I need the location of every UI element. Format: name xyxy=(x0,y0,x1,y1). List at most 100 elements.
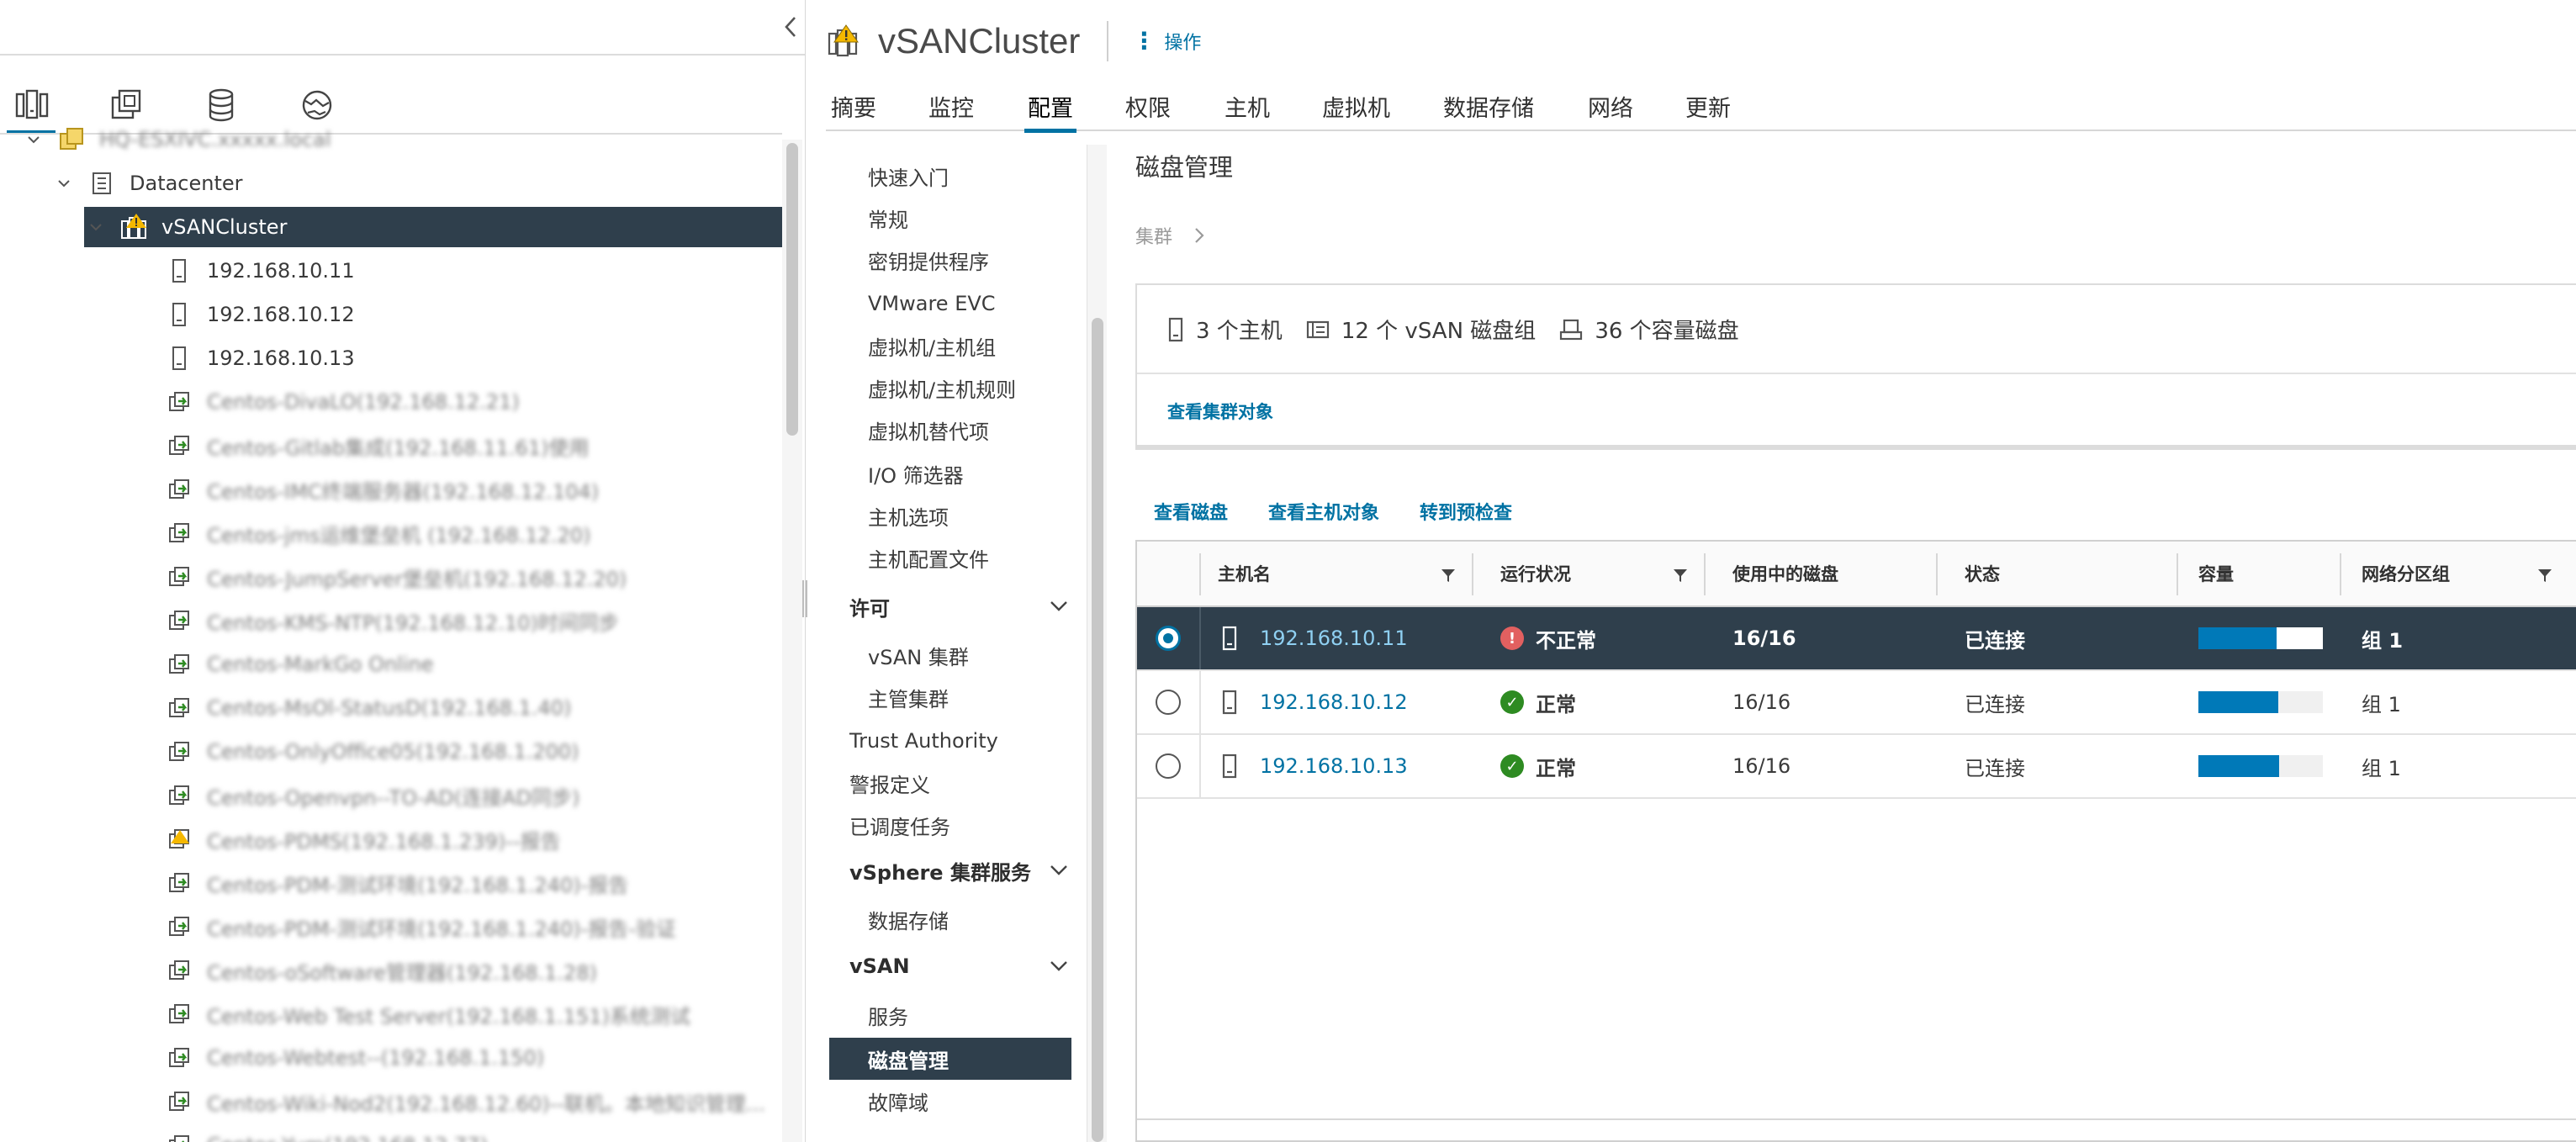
menu-trust-authority[interactable]: Trust Authority xyxy=(849,722,998,760)
expand-caret-icon[interactable] xyxy=(52,172,76,195)
tab-hosts[interactable]: 主机 xyxy=(1225,81,1270,131)
row-radio-button[interactable] xyxy=(1156,753,1181,779)
menu-general[interactable]: 常规 xyxy=(868,198,908,237)
menu-vm-host-groups[interactable]: 虚拟机/主机组 xyxy=(868,326,996,365)
row-divider xyxy=(1199,735,1201,797)
configure-menu-scrollbar[interactable] xyxy=(1087,145,1107,1142)
expand-caret-icon[interactable] xyxy=(84,215,108,239)
tree-node[interactable]: Centos-Gitlab集成(192.168.11.61)使用 xyxy=(165,426,589,466)
filter-icon[interactable] xyxy=(1672,567,1689,584)
capacity-cell xyxy=(2198,607,2323,669)
summary-hosts-text: 3 个主机 xyxy=(1196,319,1283,344)
tab-summary[interactable]: 摘要 xyxy=(831,81,876,131)
tree-node-label: HQ-ESXIVC.xxxxx.local xyxy=(99,128,331,151)
menu-vmware-evc[interactable]: VMware EVC xyxy=(868,284,996,323)
tree-node[interactable]: Centos-MarkGo Online xyxy=(165,644,434,685)
tree-node[interactable]: 192.168.10.11 xyxy=(165,251,355,291)
summary-disk-groups-text: 12 个 vSAN 磁盘组 xyxy=(1341,319,1537,344)
tree-node[interactable]: Centos-jms运维堡垒机 (192.168.12.20) xyxy=(165,513,590,553)
view-host-objects-link[interactable]: 查看主机对象 xyxy=(1268,498,1379,525)
tab-vms[interactable]: 虚拟机 xyxy=(1322,81,1390,131)
health-text: 正常 xyxy=(1536,756,1576,780)
menu-vm-host-rules[interactable]: 虚拟机/主机规则 xyxy=(868,368,1016,407)
menu-group-licensing[interactable]: 许可 xyxy=(849,585,1068,627)
tree-node[interactable]: Centos-PDM-测试环境(192.168.1.240)-报告-验证 xyxy=(165,907,676,947)
view-disks-link[interactable]: 查看磁盘 xyxy=(1154,498,1228,525)
tab-permissions[interactable]: 权限 xyxy=(1125,81,1171,131)
menu-group-vsan[interactable]: vSAN xyxy=(849,945,1068,987)
menu-scrollbar-thumb[interactable] xyxy=(1092,318,1103,1142)
menu-scheduled-tasks[interactable]: 已调度任务 xyxy=(849,806,950,844)
view-cluster-objects-link[interactable]: 查看集群对象 xyxy=(1167,399,1273,424)
menu-group-vsphere-services[interactable]: vSphere 集群服务 xyxy=(849,849,1068,891)
tree-node-label: Datacenter xyxy=(130,172,243,195)
host-link[interactable]: 192.168.10.13 xyxy=(1260,754,1408,778)
tree-node[interactable]: Centos-Web Test Server(192.168.1.151)系统测… xyxy=(165,994,690,1034)
row-radio-button[interactable] xyxy=(1156,690,1181,715)
tree-node[interactable]: Datacenter xyxy=(52,163,243,204)
tab-updates[interactable]: 更新 xyxy=(1685,81,1731,131)
column-header-hostname[interactable]: 主机名 xyxy=(1218,542,1271,605)
go-to-precheck-link[interactable]: 转到预检查 xyxy=(1420,498,1512,525)
column-header-network-partition[interactable]: 网络分区组 xyxy=(2362,542,2450,605)
column-header-disks-in-use[interactable]: 使用中的磁盘 xyxy=(1732,542,1838,605)
vm-icon xyxy=(165,1131,193,1142)
menu-host-profiles[interactable]: 主机配置文件 xyxy=(868,538,989,577)
tree-node[interactable]: Centos-IMC终端服务器(192.168.12.104) xyxy=(165,469,599,510)
tree-node[interactable]: Centos-Webtest--(192.168.1.150) xyxy=(165,1038,544,1078)
tree-node[interactable]: Centos-OnlyOffice05(192.168.1.200) xyxy=(165,732,579,772)
menu-io-filters[interactable]: I/O 筛选器 xyxy=(868,454,964,493)
expand-caret-icon[interactable] xyxy=(22,128,45,151)
table-row[interactable]: 192.168.10.11! 不正常 16/16 已连接 组 1 xyxy=(1137,607,2576,671)
tree-node[interactable]: Centos-PDM-测试环境(192.168.1.240)-报告 xyxy=(165,863,628,903)
tab-configure[interactable]: 配置 xyxy=(1024,81,1076,133)
tree-node[interactable]: Centos-MsOl-StatusD(192.168.1.40) xyxy=(165,688,571,728)
menu-key-providers[interactable]: 密钥提供程序 xyxy=(868,241,989,279)
menu-fault-domains[interactable]: 故障域 xyxy=(868,1081,928,1120)
menu-vsan-services[interactable]: 服务 xyxy=(868,996,908,1034)
menu-vm-overrides[interactable]: 虚拟机替代项 xyxy=(868,410,989,449)
column-header-state[interactable]: 状态 xyxy=(1965,542,2000,605)
tree-node[interactable]: HQ-ESXIVC.xxxxx.local xyxy=(22,119,331,160)
breadcrumb-cluster[interactable]: 集群 xyxy=(1135,222,1172,249)
tree-node[interactable]: Centos-JumpServer堡垒机(192.168.12.20) xyxy=(165,557,627,597)
vm-icon xyxy=(165,694,193,722)
tree-scrollbar-thumb[interactable] xyxy=(786,143,798,436)
menu-disk-management[interactable]: 磁盘管理 xyxy=(829,1038,1071,1080)
tree-node[interactable]: vSANCluster xyxy=(84,207,796,247)
tab-networks[interactable]: 网络 xyxy=(1588,81,1633,131)
tree-node[interactable]: Centos-PDMS(192.168.1.239)--报告 xyxy=(165,819,561,859)
tree-node[interactable]: Centos-Openvpn--TO-AD(连接AD同步) xyxy=(165,775,579,816)
host-cell: 192.168.10.11 xyxy=(1221,607,1408,669)
tree-node[interactable]: 192.168.10.13 xyxy=(165,338,355,378)
row-radio-button[interactable] xyxy=(1156,626,1181,651)
menu-quickstart[interactable]: 快速入门 xyxy=(868,156,949,195)
tree-node[interactable]: Centos-Yum(192.168.12.77) xyxy=(165,1125,488,1142)
tab-monitor[interactable]: 监控 xyxy=(928,81,974,131)
page-title: vSANCluster xyxy=(878,21,1081,61)
tree-node[interactable]: Centos-KMS-NTP(192.168.12.10)时间同步 xyxy=(165,600,619,641)
pane-splitter[interactable] xyxy=(802,580,807,617)
menu-host-options[interactable]: 主机选项 xyxy=(868,496,949,535)
host-link[interactable]: 192.168.10.11 xyxy=(1260,627,1408,650)
menu-alarm-definitions[interactable]: 警报定义 xyxy=(849,764,930,802)
column-header-health[interactable]: 运行状况 xyxy=(1500,542,1571,605)
host-link[interactable]: 192.168.10.12 xyxy=(1260,690,1408,714)
filter-icon[interactable] xyxy=(2536,567,2553,584)
actions-menu-button[interactable]: ⋮ 操作 xyxy=(1132,28,1201,55)
menu-vsan-cluster-license[interactable]: vSAN 集群 xyxy=(868,636,969,674)
table-row[interactable]: 192.168.10.12 ✓ 正常 16/16 已连接 组 1 xyxy=(1137,671,2576,735)
tree-node[interactable]: Centos-Wiki-Nod2(192.168.12.60)--联机。本地知识… xyxy=(165,1081,765,1122)
more-vertical-icon: ⋮ xyxy=(1132,27,1156,55)
column-header-capacity[interactable]: 容量 xyxy=(2198,542,2234,605)
tree-node[interactable]: Centos-oSoftware管理器(192.168.1.28) xyxy=(165,950,597,991)
filter-icon[interactable] xyxy=(1440,567,1457,584)
menu-supervisor-cluster[interactable]: 主管集群 xyxy=(868,678,949,716)
tree-node[interactable]: 192.168.10.12 xyxy=(165,294,355,335)
menu-datastores[interactable]: 数据存储 xyxy=(868,900,949,938)
tree-node[interactable]: Centos-DivaLO(192.168.12.21) xyxy=(165,382,520,422)
tree-scrollbar[interactable] xyxy=(782,140,802,1142)
collapse-navigator-button[interactable] xyxy=(777,10,804,44)
tab-datastores[interactable]: 数据存储 xyxy=(1443,81,1534,131)
table-row[interactable]: 192.168.10.13 ✓ 正常 16/16 已连接 组 1 xyxy=(1137,735,2576,799)
